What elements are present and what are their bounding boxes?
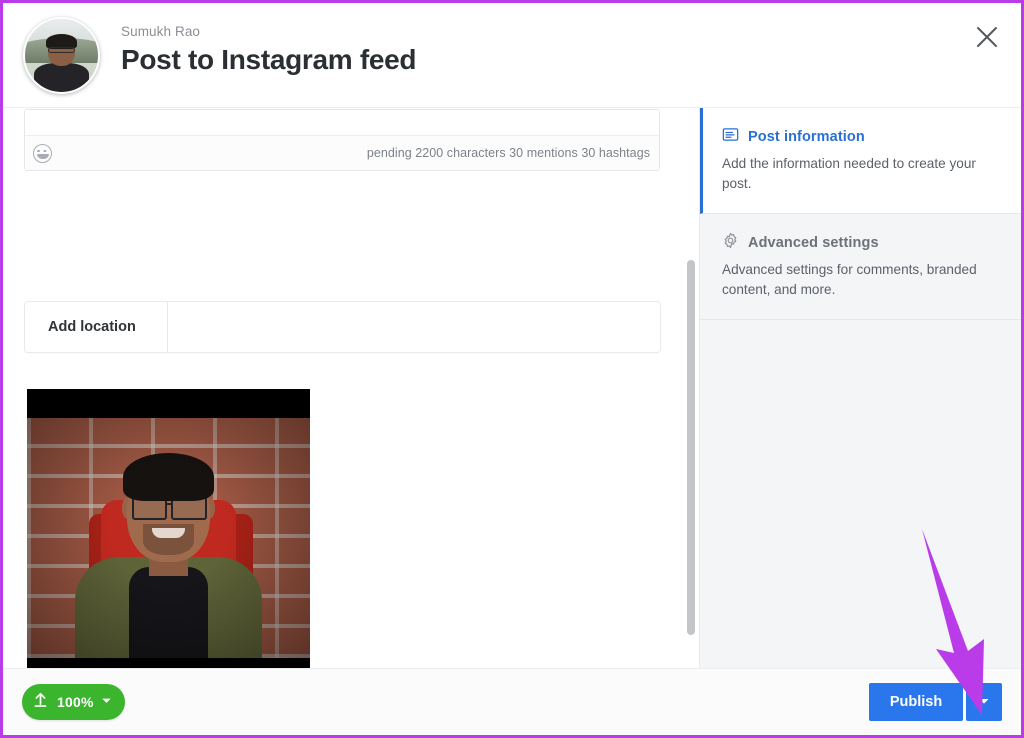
chevron-down-icon: [978, 695, 990, 710]
composer-scrollbar-thumb[interactable]: [687, 260, 695, 635]
add-location-row[interactable]: Add location: [24, 301, 661, 353]
upload-percent-label: 100%: [57, 694, 94, 710]
add-location-input[interactable]: [168, 302, 660, 352]
caption-textarea[interactable]: [25, 110, 659, 136]
media-photo: [27, 418, 310, 658]
sidebar-item-advanced-settings-description: Advanced settings for comments, branded …: [722, 262, 977, 297]
caption-limits-text: pending 2200 characters 30 mentions 30 h…: [366, 146, 650, 160]
close-button[interactable]: [965, 15, 1009, 59]
post-composer-modal: Sumukh Rao Post to Instagram feed pendin…: [0, 0, 1024, 738]
chevron-down-icon: [101, 693, 112, 711]
caption-footer: pending 2200 characters 30 mentions 30 h…: [25, 136, 659, 170]
publish-button-group: Publish: [869, 683, 1002, 721]
publish-button[interactable]: Publish: [869, 683, 963, 721]
media-toolbar: [27, 658, 310, 668]
emoji-smiley-icon[interactable]: [33, 143, 52, 163]
media-thumbnail[interactable]: [27, 389, 310, 668]
modal-footer: 100% Publish: [3, 668, 1021, 735]
steps-side-panel: Post information Add the information nee…: [700, 108, 1021, 668]
sidebar-item-post-information[interactable]: Post information Add the information nee…: [700, 108, 1021, 214]
gear-icon: [722, 232, 739, 254]
sidebar-item-post-information-description: Add the information needed to create you…: [722, 156, 976, 191]
header-user-name: Sumukh Rao: [121, 24, 201, 39]
add-location-label: Add location: [25, 302, 168, 352]
upload-status-button[interactable]: 100%: [22, 684, 125, 720]
composer-scroll-pane: pending 2200 characters 30 mentions 30 h…: [3, 108, 700, 668]
composer-scrollbar[interactable]: [686, 108, 698, 668]
sidebar-item-advanced-settings[interactable]: Advanced settings Advanced settings for …: [700, 214, 1021, 320]
avatar: [23, 17, 100, 94]
sidebar-item-post-information-label: Post information: [748, 129, 865, 145]
modal-header: Sumukh Rao Post to Instagram feed: [3, 3, 1021, 108]
publish-dropdown-button[interactable]: [966, 683, 1002, 721]
modal-body: pending 2200 characters 30 mentions 30 h…: [3, 108, 1021, 668]
upload-icon: [31, 690, 50, 714]
caption-composer: pending 2200 characters 30 mentions 30 h…: [24, 109, 660, 171]
sidebar-item-advanced-settings-label: Advanced settings: [748, 235, 879, 251]
page-title: Post to Instagram feed: [121, 44, 417, 75]
post-information-icon: [722, 126, 739, 148]
close-icon: [976, 26, 998, 48]
